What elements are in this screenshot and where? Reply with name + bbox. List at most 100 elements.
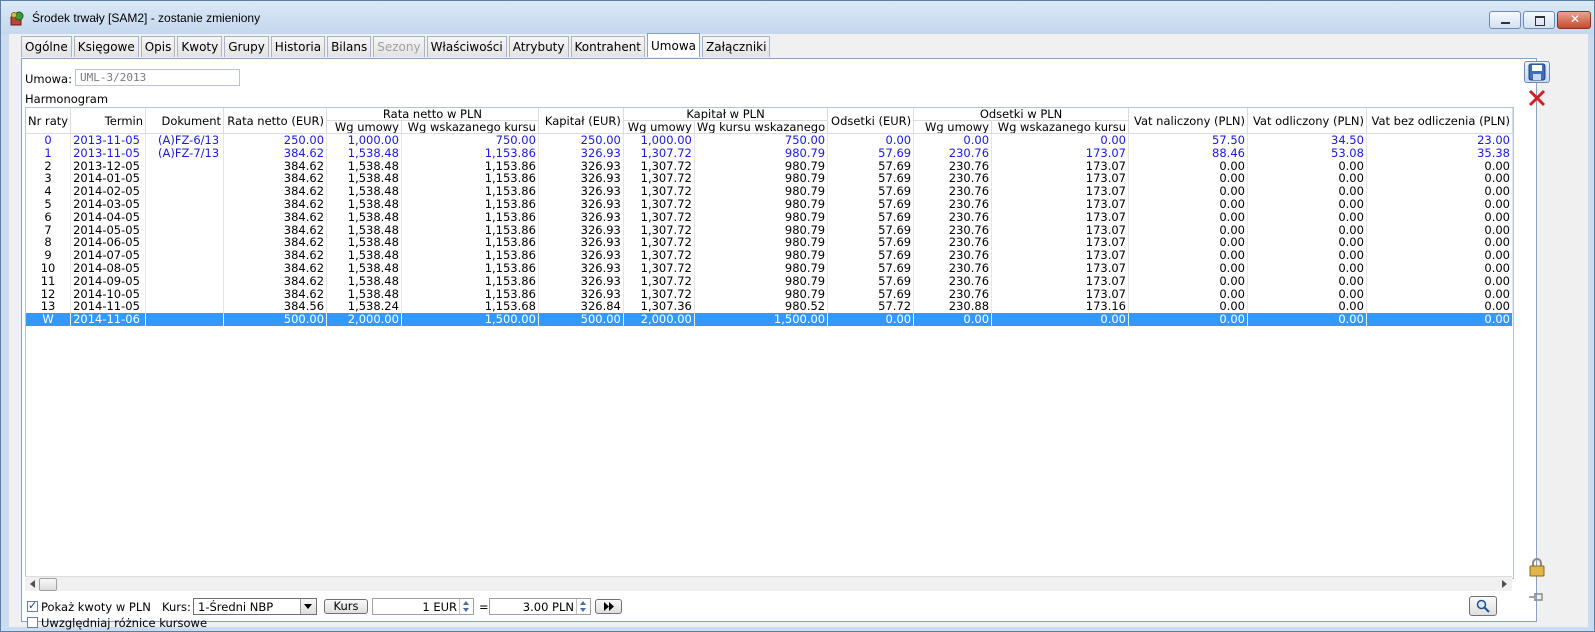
lock-button[interactable]	[1524, 556, 1550, 578]
pin-button[interactable]	[1524, 586, 1550, 608]
tab-bilans[interactable]: Bilans	[327, 36, 372, 57]
kurs-select[interactable]: 1-Średni NBP	[193, 598, 317, 615]
tab-atrybuty[interactable]: Atrybuty	[508, 36, 569, 57]
table-cell: 1	[26, 146, 72, 160]
col-header-kapital-kursu[interactable]: Wg kursu wskazanego	[694, 120, 829, 134]
col-header-kapital-eur[interactable]: Kapitał (EUR)	[538, 108, 624, 134]
col-header-odsetki-umowy[interactable]: Wg umowy	[913, 120, 993, 134]
tab-kontrahent[interactable]: Kontrahent	[570, 36, 646, 57]
table-cell: 980.79	[694, 287, 829, 301]
scroll-right-icon[interactable]	[1502, 580, 1507, 588]
table-cell: 500.00	[538, 313, 624, 326]
table-row[interactable]: 8 2014-06-05 384.62 1,538.48 1,153.86 326.93 1…	[26, 236, 1513, 250]
table-row[interactable]: 5 2014-03-05 384.62 1,538.48 1,153.86 326.93 1…	[26, 197, 1513, 211]
title-bar[interactable]: Środek trwały [SAM2] - zostanie zmienion…	[1, 1, 1594, 35]
umowa-label: Umowa:	[25, 72, 72, 86]
show-pln-checkbox[interactable]: ✓	[27, 599, 38, 612]
chevron-down-icon[interactable]	[300, 599, 316, 614]
table-cell: 326.93	[538, 197, 624, 211]
table-row[interactable]: 2 2013-12-05 384.62 1,538.48 1,153.86 326.93 1…	[26, 159, 1513, 173]
table-cell: 2014-05-05	[70, 223, 147, 237]
table-cell	[145, 185, 225, 198]
umowa-field[interactable]: UML-3/2013	[75, 69, 240, 86]
table-cell: 2,000.00	[623, 313, 695, 326]
tab-umowa[interactable]: Umowa	[647, 33, 700, 57]
close-button[interactable]: ✕	[1557, 11, 1591, 29]
search-button[interactable]	[1469, 596, 1497, 616]
save-button[interactable]	[1524, 61, 1550, 83]
table-cell	[145, 197, 225, 211]
col-header-odsetki-eur[interactable]: Odsetki (EUR)	[827, 108, 915, 134]
tab-opis[interactable]: Opis	[140, 36, 176, 57]
table-row[interactable]: 11 2014-09-05 384.62 1,538.48 1,153.86 326.93…	[26, 274, 1513, 288]
table-cell: 0.00	[1128, 249, 1248, 262]
table-row[interactable]: 10 2014-08-05 384.62 1,538.48 1,153.86 326.93…	[26, 261, 1513, 275]
maximize-button[interactable]	[1523, 11, 1555, 29]
table-row[interactable]: 4 2014-02-05 384.62 1,538.48 1,153.86 326.93 1…	[26, 185, 1513, 198]
table-cell: 384.62	[223, 223, 328, 237]
minimize-button[interactable]	[1489, 11, 1521, 29]
horizontal-scrollbar[interactable]	[25, 576, 1512, 591]
table-cell: 0.00	[1366, 249, 1513, 262]
col-header-vat-odliczony[interactable]: Vat odliczony (PLN)	[1247, 108, 1367, 134]
table-cell: 384.62	[223, 197, 328, 211]
col-header-kapital-umowy[interactable]: Wg umowy	[623, 120, 695, 134]
col-header-nr[interactable]: Nr raty	[26, 108, 72, 134]
table-row[interactable]: 0 2013-11-05 (A)FZ-6/13 250.00 1,000.00 750.0…	[26, 133, 1513, 147]
eur-amount-stepper[interactable]: 1 EUR	[372, 598, 474, 615]
table-cell: 1,153.86	[401, 159, 539, 173]
spinner-arrows-icon[interactable]	[576, 599, 590, 614]
col-header-rata-kursu[interactable]: Wg wskazanego kursu	[401, 120, 539, 134]
tab-właściwości[interactable]: Właściwości	[426, 36, 507, 57]
spinner-arrows-icon[interactable]	[459, 599, 473, 614]
scroll-left-icon[interactable]	[30, 580, 35, 588]
tab-ogólne[interactable]: Ogólne	[21, 36, 72, 57]
forward-button[interactable]	[595, 599, 622, 614]
table-row[interactable]: 1 2013-11-05 (A)FZ-7/13 384.62 1,538.48 1,153…	[26, 146, 1513, 160]
table-cell: 0.00	[1247, 313, 1367, 326]
col-header-rata-umowy[interactable]: Wg umowy	[326, 120, 402, 134]
table-cell	[145, 287, 225, 301]
col-header-termin[interactable]: Termin	[70, 108, 147, 134]
tab-księgowe[interactable]: Księgowe	[73, 36, 139, 57]
table-row[interactable]: 6 2014-04-05 384.62 1,538.48 1,153.86 326.93 1…	[26, 210, 1513, 224]
table-cell: 980.52	[694, 300, 829, 314]
tab-grupy[interactable]: Grupy	[224, 36, 269, 57]
harmonogram-grid[interactable]: Nr raty Termin Dokument Rata netto (EUR)…	[25, 107, 1514, 579]
col-header-vat-bez[interactable]: Vat bez odliczenia (PLN)	[1366, 108, 1513, 134]
table-cell: 0.00	[1128, 210, 1248, 224]
table-cell: 0.00	[913, 313, 993, 326]
table-cell	[145, 249, 225, 262]
tab-załączniki[interactable]: Załączniki	[702, 36, 771, 57]
table-row[interactable]: 9 2014-07-05 384.62 1,538.48 1,153.86 326.93 1…	[26, 249, 1513, 262]
col-header-vat-naliczony[interactable]: Vat naliczony (PLN)	[1128, 108, 1248, 134]
table-cell: 173.07	[991, 261, 1129, 275]
table-row[interactable]: 12 2014-10-05 384.62 1,538.48 1,153.86 326.93…	[26, 287, 1513, 301]
kurs-select-value: 1-Średni NBP	[198, 600, 274, 614]
table-cell: 173.07	[991, 249, 1129, 262]
col-header-odsetki-kursu[interactable]: Wg wskazanego kursu	[991, 120, 1129, 134]
table-cell: 1,538.48	[326, 274, 402, 288]
table-cell: 0.00	[991, 313, 1129, 326]
scrollbar-thumb[interactable]	[39, 578, 57, 591]
show-pln-label: Pokaż kwoty w PLN	[41, 600, 151, 614]
table-cell: 1,153.86	[401, 146, 539, 160]
pln-amount-stepper[interactable]: 3.00 PLN	[489, 598, 591, 615]
tab-kwoty[interactable]: Kwoty	[177, 36, 223, 57]
col-header-rata-eur[interactable]: Rata netto (EUR)	[223, 108, 328, 134]
table-row[interactable]: W 2014-11-06 500.00 2,000.00 1,500.00 500.00 2…	[26, 313, 1513, 326]
cancel-button[interactable]	[1524, 87, 1550, 109]
table-cell: 2013-11-05	[70, 133, 147, 147]
exchange-diff-checkbox[interactable]	[27, 617, 38, 628]
floppy-disk-icon	[1528, 63, 1546, 81]
col-header-dokument[interactable]: Dokument	[145, 108, 225, 134]
harmonogram-label: Harmonogram	[25, 92, 109, 106]
table-row[interactable]: 3 2014-01-05 384.62 1,538.48 1,153.86 326.93 1…	[26, 172, 1513, 186]
table-row[interactable]: 7 2014-05-05 384.62 1,538.48 1,153.86 326.93 1…	[26, 223, 1513, 237]
table-cell: 2014-11-06	[70, 313, 147, 326]
table-row[interactable]: 13 2014-11-05 384.56 1,538.24 1,153.68 326.84…	[26, 300, 1513, 314]
table-cell: 230.76	[913, 261, 993, 275]
tab-historia[interactable]: Historia	[270, 36, 326, 57]
kurs-button[interactable]: Kurs	[324, 599, 368, 614]
table-cell	[145, 223, 225, 237]
